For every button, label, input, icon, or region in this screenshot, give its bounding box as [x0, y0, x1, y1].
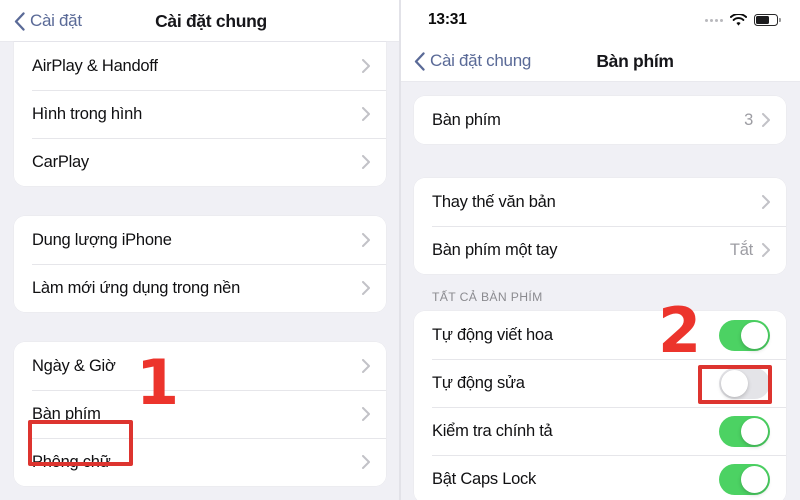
- list-item-capslock[interactable]: Bật Caps Lock: [414, 455, 786, 500]
- row-label: CarPlay: [32, 152, 89, 171]
- left-spacer-1: [14, 186, 386, 216]
- chevron-right-icon: [762, 243, 770, 257]
- list-item[interactable]: Ngày & Giờ: [14, 342, 386, 390]
- wifi-icon: [730, 13, 747, 27]
- signal-dots-icon: [705, 18, 723, 22]
- row-label: Thay thế văn bản: [432, 192, 556, 211]
- row-label: Bàn phím: [432, 110, 501, 129]
- row-label: Phông chữ: [32, 452, 111, 471]
- toggle-autocapitalize[interactable]: [719, 319, 770, 351]
- list-item[interactable]: Phông chữ: [14, 438, 386, 486]
- right-group-text: Thay thế văn bản Bàn phím một tay Tắt: [414, 178, 786, 274]
- chevron-right-icon: [362, 455, 370, 469]
- dual-screenshot-container: Cài đặt Cài đặt chung AirPlay & Handoff …: [0, 0, 800, 500]
- toggle-capslock[interactable]: [719, 463, 770, 495]
- list-item[interactable]: Dung lượng iPhone: [14, 216, 386, 264]
- right-group-toggles: Tự động viết hoa Tự động sửa Kiểm tra ch…: [414, 311, 786, 500]
- list-item[interactable]: CarPlay: [14, 138, 386, 186]
- chevron-right-icon: [362, 155, 370, 169]
- right-keyboard-content: Bàn phím 3 Thay thế văn bản Bàn phím một…: [400, 82, 800, 500]
- status-bar: 13:31: [400, 0, 800, 40]
- right-spacer-1: [414, 144, 786, 178]
- right-spacer-top: [414, 82, 786, 96]
- chevron-right-icon: [362, 233, 370, 247]
- chevron-right-icon: [362, 359, 370, 373]
- row-value: Tắt: [729, 240, 753, 259]
- status-bar-indicators: [705, 13, 781, 27]
- left-navigation-bar: Cài đặt Cài đặt chung: [0, 0, 400, 42]
- row-label: Tự động sửa: [432, 373, 525, 392]
- left-back-label: Cài đặt: [30, 11, 82, 30]
- list-item[interactable]: Bàn phím 3: [414, 96, 786, 144]
- row-label: Dung lượng iPhone: [32, 230, 172, 249]
- right-back-label: Cài đặt chung: [430, 51, 532, 70]
- section-header-all-keyboards: TẤT CẢ BÀN PHÍM: [432, 290, 543, 304]
- toggle-spellcheck[interactable]: [719, 415, 770, 447]
- list-item[interactable]: Bàn phím một tay Tắt: [414, 226, 786, 274]
- battery-icon: [754, 14, 781, 26]
- chevron-right-icon: [362, 407, 370, 421]
- right-group-keyboards: Bàn phím 3: [414, 96, 786, 144]
- status-bar-time: 13:31: [428, 11, 467, 28]
- left-group-datetime: Ngày & Giờ Bàn phím Phông chữ: [14, 342, 386, 486]
- list-item[interactable]: Hình trong hình: [14, 90, 386, 138]
- left-group-storage: Dung lượng iPhone Làm mới ứng dụng trong…: [14, 216, 386, 312]
- list-item-autocorrect[interactable]: Tự động sửa: [414, 359, 786, 407]
- list-item[interactable]: Thay thế văn bản: [414, 178, 786, 226]
- row-label: Tự động viết hoa: [432, 325, 553, 344]
- left-back-button[interactable]: Cài đặt: [14, 11, 82, 31]
- row-label: Ngày & Giờ: [32, 356, 116, 375]
- row-label: Bật Caps Lock: [432, 469, 537, 488]
- row-label: Hình trong hình: [32, 104, 142, 123]
- panel-divider: [399, 0, 401, 500]
- left-settings-content: AirPlay & Handoff Hình trong hình CarPla…: [0, 42, 400, 486]
- chevron-right-icon: [762, 113, 770, 127]
- row-label: Kiểm tra chính tả: [432, 421, 553, 440]
- right-back-button[interactable]: Cài đặt chung: [414, 51, 531, 71]
- list-item-spellcheck[interactable]: Kiểm tra chính tả: [414, 407, 786, 455]
- list-item-keyboard[interactable]: Bàn phím: [14, 390, 386, 438]
- chevron-left-icon: [14, 11, 25, 31]
- row-label: Làm mới ứng dụng trong nền: [32, 278, 240, 297]
- row-label: AirPlay & Handoff: [32, 56, 158, 75]
- left-phone-screen: Cài đặt Cài đặt chung AirPlay & Handoff …: [0, 0, 400, 500]
- list-item-autocapitalize[interactable]: Tự động viết hoa: [414, 311, 786, 359]
- left-group-airplay: AirPlay & Handoff Hình trong hình CarPla…: [14, 42, 386, 186]
- chevron-left-icon: [414, 51, 425, 71]
- list-item[interactable]: Làm mới ứng dụng trong nền: [14, 264, 386, 312]
- row-label: Bàn phím một tay: [432, 240, 558, 259]
- chevron-right-icon: [362, 281, 370, 295]
- right-navigation-bar: Cài đặt chung Bàn phím: [400, 40, 800, 82]
- row-value: 3: [744, 110, 753, 129]
- chevron-right-icon: [762, 195, 770, 209]
- left-spacer-2: [14, 312, 386, 342]
- row-label: Bàn phím: [32, 404, 101, 423]
- toggle-autocorrect[interactable]: [719, 367, 770, 399]
- list-item[interactable]: AirPlay & Handoff: [14, 42, 386, 90]
- chevron-right-icon: [362, 59, 370, 73]
- right-phone-screen: 13:31 Cài đặt chung Bàn phím Bàn phím 3 …: [400, 0, 800, 500]
- chevron-right-icon: [362, 107, 370, 121]
